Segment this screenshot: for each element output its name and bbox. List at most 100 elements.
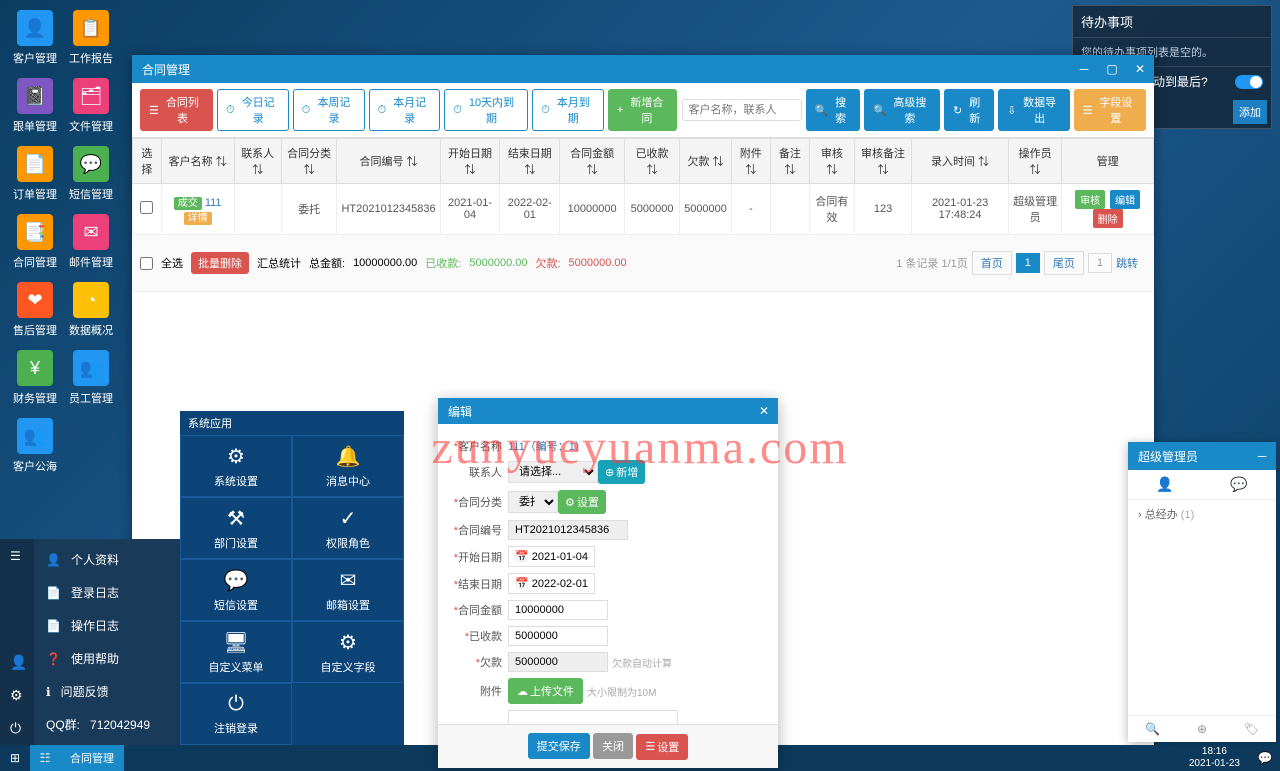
audit-button[interactable]: 审核 bbox=[1075, 190, 1105, 209]
contact-select[interactable]: 请选择... bbox=[508, 461, 598, 483]
col-header[interactable]: 联系人 ⇅ bbox=[234, 139, 281, 184]
tab-ten-days[interactable]: ⏱ 10天内到期 bbox=[444, 89, 528, 131]
col-header[interactable]: 已收款 ⇅ bbox=[625, 139, 680, 184]
contract-no-input[interactable] bbox=[508, 520, 628, 540]
col-header[interactable]: 附件 ⇅ bbox=[731, 139, 770, 184]
col-header[interactable]: 录入时间 ⇅ bbox=[912, 139, 1009, 184]
upload-button[interactable]: ☁ 上传文件 bbox=[508, 678, 583, 704]
col-header[interactable]: 客户名称 ⇅ bbox=[161, 139, 234, 184]
power-icon[interactable]: ⏻ bbox=[0, 712, 34, 745]
desktop-icon-财务管理[interactable]: ¥财务管理 bbox=[10, 350, 60, 406]
startmenu-item[interactable]: ℹ问题反馈 bbox=[34, 675, 180, 708]
search-icon[interactable]: 🔍 bbox=[1128, 716, 1177, 742]
start-date-input[interactable]: 2021-01-04 bbox=[532, 551, 588, 563]
desktop-icon-客户公海[interactable]: 👥客户公海 bbox=[10, 418, 60, 474]
end-date-input[interactable]: 2022-02-01 bbox=[532, 578, 588, 590]
tile-注销登录[interactable]: ⏻注销登录 bbox=[180, 683, 292, 745]
field-settings-button[interactable]: ☰ 字段设置 bbox=[1074, 89, 1146, 131]
tile-自定义菜单[interactable]: 🖥自定义菜单 bbox=[180, 621, 292, 683]
col-header[interactable]: 操作员 ⇅ bbox=[1008, 139, 1061, 184]
menu-icon[interactable]: ☰ bbox=[0, 539, 34, 573]
plus-icon[interactable]: ⊕ bbox=[1177, 716, 1226, 742]
tile-权限角色[interactable]: ✓权限角色 bbox=[292, 497, 404, 559]
type-select[interactable]: 委托 bbox=[508, 491, 558, 513]
close-button[interactable]: ✕ bbox=[1126, 55, 1154, 83]
page-jump[interactable]: 跳转 bbox=[1116, 255, 1138, 271]
desktop-icon-客户管理[interactable]: 👤客户管理 bbox=[10, 10, 60, 66]
amount-input[interactable] bbox=[508, 600, 608, 620]
submit-button[interactable]: 提交保存 bbox=[528, 733, 590, 759]
col-header[interactable]: 合同分类 ⇅ bbox=[281, 139, 337, 184]
admin-minimize[interactable]: ─ bbox=[1248, 442, 1276, 470]
export-button[interactable]: ⇩ 数据导出 bbox=[998, 89, 1070, 131]
tab-contract-list[interactable]: ☰ 合同列表 bbox=[140, 89, 213, 131]
tab-users-icon[interactable]: 👤 bbox=[1128, 470, 1202, 499]
select-all-checkbox[interactable] bbox=[140, 257, 153, 270]
modal-settings-button[interactable]: ☰ 设置 bbox=[636, 734, 688, 760]
tab-chat-icon[interactable]: 💬 bbox=[1202, 470, 1276, 499]
startmenu-item[interactable]: 📄登录日志 bbox=[34, 576, 180, 609]
batch-delete-button[interactable]: 批量删除 bbox=[191, 252, 249, 274]
startmenu-item[interactable]: 📄操作日志 bbox=[34, 609, 180, 642]
col-header[interactable]: 选择 bbox=[133, 139, 162, 184]
desktop-icon-订单管理[interactable]: 📄订单管理 bbox=[10, 146, 60, 202]
todo-add-button[interactable]: 添加 bbox=[1233, 100, 1267, 124]
page-first[interactable]: 首页 bbox=[972, 251, 1012, 275]
col-header[interactable]: 结束日期 ⇅ bbox=[500, 139, 560, 184]
modal-close-icon[interactable]: ✕ bbox=[750, 397, 778, 425]
taskbar-app[interactable]: 合同管理 bbox=[60, 745, 124, 771]
user-icon[interactable]: 👤 bbox=[0, 646, 34, 679]
tile-消息中心[interactable]: 🔔消息中心 bbox=[292, 435, 404, 497]
desktop-icon-工作报告[interactable]: 📋工作报告 bbox=[66, 10, 116, 66]
customer-link[interactable]: 111 bbox=[205, 197, 222, 209]
col-header[interactable]: 管理 bbox=[1062, 139, 1154, 184]
minimize-button[interactable]: ─ bbox=[1070, 55, 1098, 83]
desktop-icon-跟单管理[interactable]: 📓跟单管理 bbox=[10, 78, 60, 134]
page-1[interactable]: 1 bbox=[1016, 253, 1040, 273]
remark-input[interactable] bbox=[508, 710, 678, 724]
page-last[interactable]: 尾页 bbox=[1044, 251, 1084, 275]
desktop-icon-售后管理[interactable]: ❤售后管理 bbox=[10, 282, 60, 338]
todo-toggle[interactable] bbox=[1235, 75, 1263, 89]
tile-自定义字段[interactable]: ⚙自定义字段 bbox=[292, 621, 404, 683]
desktop-icon-短信管理[interactable]: 💬短信管理 bbox=[66, 146, 116, 202]
tab-month[interactable]: ⏱ 本月记录 bbox=[369, 89, 441, 131]
refresh-button[interactable]: ↻ 刷新 bbox=[944, 89, 994, 131]
search-button[interactable]: 🔍 搜索 bbox=[806, 89, 861, 131]
edit-button[interactable]: 编辑 bbox=[1110, 190, 1140, 209]
col-header[interactable]: 审核 ⇅ bbox=[809, 139, 854, 184]
startmenu-item[interactable]: ❓使用帮助 bbox=[34, 642, 180, 675]
maximize-button[interactable]: ▢ bbox=[1098, 55, 1126, 83]
tag-icon[interactable]: 🏷 bbox=[1227, 716, 1276, 742]
search-input[interactable] bbox=[682, 99, 802, 121]
col-header[interactable]: 开始日期 ⇅ bbox=[440, 139, 500, 184]
row-checkbox[interactable] bbox=[140, 201, 153, 214]
modal-close-button[interactable]: 关闭 bbox=[593, 733, 633, 759]
col-header[interactable]: 备注 ⇅ bbox=[770, 139, 809, 184]
taskbar-icon[interactable]: ☷ bbox=[30, 745, 60, 771]
col-header[interactable]: 合同编号 ⇅ bbox=[337, 139, 440, 184]
gear-icon[interactable]: ⚙ bbox=[0, 679, 34, 712]
desktop-icon-员工管理[interactable]: 👥员工管理 bbox=[66, 350, 116, 406]
tile-邮箱设置[interactable]: ✉邮箱设置 bbox=[292, 559, 404, 621]
desktop-icon-合同管理[interactable]: 📑合同管理 bbox=[10, 214, 60, 270]
delete-button[interactable]: 删除 bbox=[1093, 209, 1123, 228]
notification-icon[interactable]: 💬 bbox=[1250, 745, 1280, 771]
add-contract-button[interactable]: + 新增合同 bbox=[608, 89, 678, 131]
col-header[interactable]: 欠款 ⇅ bbox=[680, 139, 732, 184]
startmenu-item[interactable]: 👤个人资料 bbox=[34, 543, 180, 576]
col-header[interactable]: 合同金额 ⇅ bbox=[560, 139, 625, 184]
customer-value[interactable]: 111（编号：1） bbox=[508, 438, 586, 454]
tab-month-expire[interactable]: ⏱ 本月到期 bbox=[532, 89, 604, 131]
desktop-icon-数据概况[interactable]: ◔数据概况 bbox=[66, 282, 116, 338]
tab-today[interactable]: ⏱ 今日记录 bbox=[217, 89, 289, 131]
tile-短信设置[interactable]: 💬短信设置 bbox=[180, 559, 292, 621]
tile-部门设置[interactable]: ⚒部门设置 bbox=[180, 497, 292, 559]
detail-badge[interactable]: 详情 bbox=[184, 212, 212, 225]
start-button[interactable]: ⊞ bbox=[0, 745, 30, 771]
add-contact-button[interactable]: ⊕新增 bbox=[598, 460, 645, 484]
tab-week[interactable]: ⏱ 本周记录 bbox=[293, 89, 365, 131]
dept-item[interactable]: › 总经办 (1) bbox=[1128, 500, 1276, 528]
desktop-icon-邮件管理[interactable]: ✉邮件管理 bbox=[66, 214, 116, 270]
adv-search-button[interactable]: 🔍 高级搜索 bbox=[864, 89, 940, 131]
